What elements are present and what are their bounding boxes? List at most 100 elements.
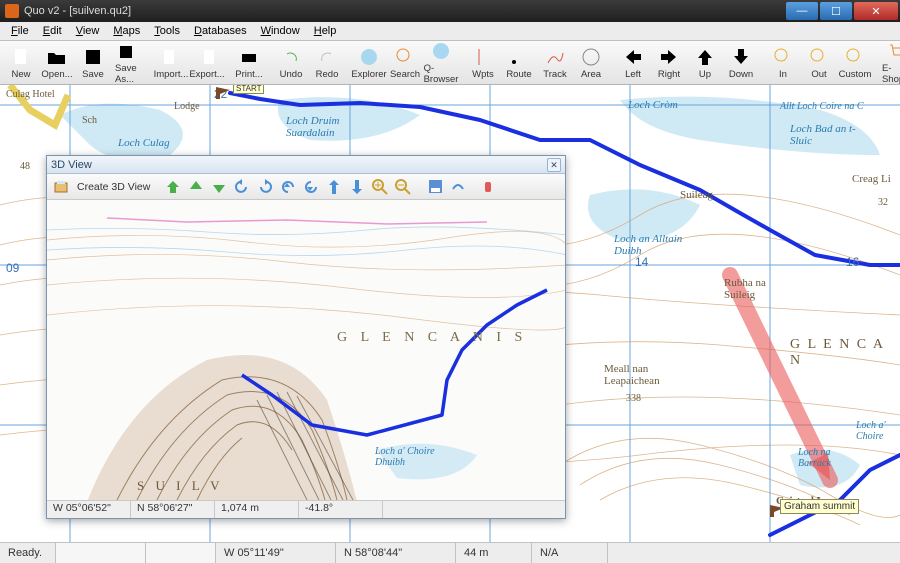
menu-view[interactable]: View	[69, 23, 107, 39]
panel-3d-titlebar[interactable]: 3D View ✕	[47, 156, 565, 174]
route-icon	[508, 46, 530, 68]
toolbar-route-button[interactable]: Route	[502, 45, 536, 81]
printer-icon	[238, 46, 260, 68]
toolbar-search-button[interactable]: Search	[388, 45, 422, 81]
toolbar-left-button[interactable]: Left	[616, 45, 650, 81]
toolbar-q-browser-button[interactable]: QQ-Browser	[424, 41, 458, 85]
toolbar-save-button[interactable]: Save	[76, 45, 110, 81]
nav-up-icon[interactable]	[187, 178, 205, 196]
toolbar-e-shop-button[interactable]: E-Shop...	[880, 41, 900, 85]
toolbar-right-button[interactable]: Right	[652, 45, 686, 81]
save-view-icon[interactable]	[426, 178, 444, 196]
globe-pin-icon	[358, 46, 380, 68]
zoom-out-icon	[808, 46, 830, 68]
elev-up-icon[interactable]	[325, 178, 343, 196]
map-label-suileag: Suileag	[680, 189, 713, 201]
menu-databases[interactable]: Databases	[187, 23, 254, 39]
status-bar: Ready. W 05°11'49" N 58°08'44" 44 m N/A	[0, 542, 900, 563]
disk-icon	[82, 46, 104, 68]
toolbar-label: Out	[811, 69, 826, 80]
panel-3d-view[interactable]: 3D View ✕ Create 3D View	[46, 155, 566, 519]
map-label-spot338: 338	[626, 393, 641, 404]
zoom-out-icon[interactable]	[394, 178, 412, 196]
settings-icon[interactable]	[449, 178, 467, 196]
toolbar-up-button[interactable]: Up	[688, 45, 722, 81]
toolbar-down-button[interactable]: Down	[724, 45, 758, 81]
map-label-loch-crom: Loch Cròm	[628, 99, 678, 111]
toolbar-label: Save As...	[115, 63, 143, 85]
elev-down-icon[interactable]	[348, 178, 366, 196]
nav-down-icon[interactable]	[210, 178, 228, 196]
qbrowser-icon: Q	[430, 41, 452, 62]
menu-window[interactable]: Window	[254, 23, 307, 39]
toolbar-explorer-button[interactable]: Explorer	[352, 45, 386, 81]
maximize-button[interactable]: ☐	[820, 2, 852, 20]
toolbar-print-button[interactable]: Print...	[232, 45, 266, 81]
toolbar-in-button[interactable]: In	[766, 45, 800, 81]
toolbar-label: Redo	[316, 69, 339, 80]
panel-3d-canvas[interactable]: G L E N C A N I S S U I L V Loch a' Choi…	[47, 200, 565, 500]
marker-icon[interactable]	[481, 178, 499, 196]
toolbar-undo-button[interactable]: Undo	[274, 45, 308, 81]
menu-help[interactable]: Help	[307, 23, 344, 39]
close-button[interactable]: ✕	[854, 2, 898, 20]
waypoint-start-icon[interactable]	[214, 85, 234, 99]
toolbar-label: Open...	[41, 69, 72, 80]
rotate-down-icon[interactable]	[302, 178, 320, 196]
zoom-in-icon[interactable]	[371, 178, 389, 196]
menu-tools[interactable]: Tools	[147, 23, 187, 39]
area-icon	[580, 46, 602, 68]
panel-3d-status-angle: -41.8°	[299, 501, 383, 518]
create-3d-view-label[interactable]: Create 3D View	[77, 181, 150, 193]
toolbar-out-button[interactable]: Out	[802, 45, 836, 81]
panel-3d-statusbar: W 05°06'52" N 58°06'27" 1,074 m -41.8°	[47, 500, 565, 518]
toolbar-label: Undo	[280, 69, 303, 80]
toolbar-import-button[interactable]: Import...	[154, 45, 188, 81]
menu-edit[interactable]: Edit	[36, 23, 69, 39]
toolbar-redo-button[interactable]: Redo	[310, 45, 344, 81]
toolbar-area-button[interactable]: Area	[574, 45, 608, 81]
waypoint-start-label: START	[233, 85, 264, 94]
rotate-up-icon[interactable]	[279, 178, 297, 196]
toolbar-label: E-Shop...	[882, 63, 900, 85]
window-title: Quo v2 - [suilven.qu2]	[24, 5, 786, 17]
create-3d-view-icon[interactable]	[52, 178, 70, 196]
toolbar-custom-button[interactable]: Custom	[838, 45, 872, 81]
map-label-loch-bad: Loch Bad an t-Sluic	[790, 123, 860, 147]
waypoint-graham-label: Graham summit	[780, 499, 859, 514]
map-label-meall: Meall nan Leapaichean	[604, 363, 694, 387]
map-label-sch: Sch	[82, 115, 97, 126]
menu-maps[interactable]: Maps	[106, 23, 147, 39]
rotate-right-icon[interactable]	[256, 178, 274, 196]
arrow-right-icon	[658, 46, 680, 68]
toolbar-label: Route	[506, 69, 531, 80]
toolbar-new-button[interactable]: New	[4, 45, 38, 81]
disks-icon	[118, 41, 140, 62]
toolbar-label: Import...	[154, 69, 189, 80]
map-viewport[interactable]: Culag Hotel Sch Loch Culag Lodge Loch Dr…	[0, 85, 900, 542]
grid-number-16: 16	[846, 255, 859, 269]
map-label-loch-culag: Loch Culag	[118, 137, 170, 149]
minimize-button[interactable]: —	[786, 2, 818, 20]
nav-home-icon[interactable]	[164, 178, 182, 196]
menu-file[interactable]: File	[4, 23, 36, 39]
menu-bar: FileEditViewMapsToolsDatabasesWindowHelp	[0, 22, 900, 41]
track-icon	[544, 46, 566, 68]
toolbar-export-button[interactable]: Export...	[190, 45, 224, 81]
toolbar-save-as-button[interactable]: Save As...	[112, 41, 146, 85]
panel-3d-close-button[interactable]: ✕	[547, 158, 561, 172]
map-label-culag-hotel: Culag Hotel	[6, 89, 55, 100]
import-icon	[160, 46, 182, 68]
toolbar-wpts-button[interactable]: Wpts	[466, 45, 500, 81]
map-label-loch-alltain: Loch an Alltain Duibh	[614, 233, 694, 257]
toolbar-label: Up	[699, 69, 711, 80]
toolbar-open-button[interactable]: Open...	[40, 45, 74, 81]
map-label-allt-loch: Allt Loch Coire na C	[780, 101, 864, 112]
toolbar-track-button[interactable]: Track	[538, 45, 572, 81]
rotate-left-icon[interactable]	[233, 178, 251, 196]
toolbar-label: Left	[625, 69, 641, 80]
toolbar-label: Explorer	[351, 69, 386, 80]
status-empty-1	[56, 543, 146, 563]
map-label-creag-li: Creag Li	[852, 173, 900, 185]
grid-number-14: 14	[635, 255, 648, 269]
